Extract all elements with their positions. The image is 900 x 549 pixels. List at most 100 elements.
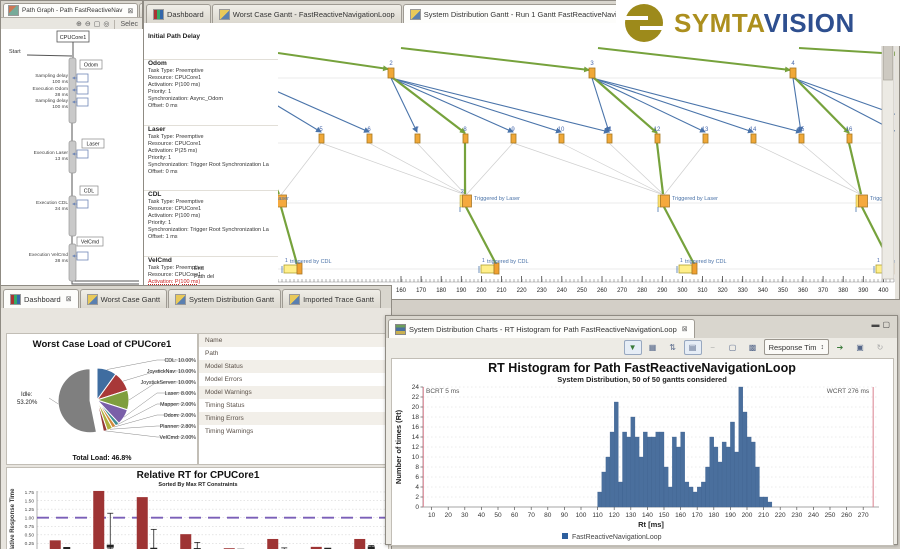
table-row-path[interactable]: Path xyxy=(199,347,390,360)
gantt-row-cdl[interactable]: CDLTask Type: PreemptiveResource: CPUCor… xyxy=(148,191,278,241)
tab-path-graph[interactable]: Path Graph - Path FastReactiveNav ⊠ xyxy=(3,3,138,17)
svg-text:1: 1 xyxy=(680,258,683,264)
minus-icon[interactable]: − xyxy=(704,340,722,355)
svg-text:30: 30 xyxy=(461,512,469,519)
magnifier-icon[interactable]: ◎ xyxy=(103,20,109,28)
tab-dashboard[interactable]: Dashboard xyxy=(146,4,211,23)
laser-event-box[interactable] xyxy=(367,134,372,143)
gantt-content: Initial Path DelayOdomTask Type: Preempt… xyxy=(144,23,899,299)
laser-event-box[interactable] xyxy=(751,134,756,143)
zoom-in-icon[interactable]: ⊕ xyxy=(76,20,82,28)
select-mode-label[interactable]: Selec xyxy=(120,21,138,28)
cdl-event-box[interactable] xyxy=(463,195,472,207)
zoom-out-icon[interactable]: ⊖ xyxy=(85,20,91,28)
close-icon[interactable]: ⊠ xyxy=(66,295,72,303)
velcmd-event-box[interactable] xyxy=(481,265,494,273)
tab-system-distribution-gantt[interactable]: System Distribution Gantt xyxy=(168,289,281,308)
tab-rt-histogram[interactable]: System Distribution Charts - RT Histogra… xyxy=(388,319,695,338)
svg-text:12: 12 xyxy=(654,127,661,133)
task-bar[interactable] xyxy=(69,141,76,173)
sort-icon[interactable]: ⇅ xyxy=(664,340,682,355)
laser-event-box[interactable] xyxy=(463,134,468,143)
close-icon[interactable]: ⊠ xyxy=(682,325,688,333)
gantt-row-laser[interactable]: LaserTask Type: PreemptiveResource: CPUC… xyxy=(148,126,278,176)
table-row-model-errors[interactable]: Model Errors xyxy=(199,373,390,386)
svg-text:160: 160 xyxy=(396,288,407,294)
panel-icon[interactable]: ▢ xyxy=(724,340,742,355)
laser-event-box[interactable] xyxy=(799,134,804,143)
svg-text:70: 70 xyxy=(528,512,536,519)
tab-imported-trace-gantt[interactable]: Imported Trace Gantt xyxy=(282,289,381,308)
go-icon[interactable]: ➔ xyxy=(831,340,849,355)
laser-event-box[interactable] xyxy=(559,134,564,143)
chart-type-select[interactable]: Response Tim↕ xyxy=(764,339,829,355)
list-icon[interactable]: ▤ xyxy=(684,340,702,355)
laser-event-box[interactable] xyxy=(847,134,852,143)
svg-text:220: 220 xyxy=(775,512,786,519)
odom-event-box[interactable] xyxy=(790,68,796,78)
svg-text:System Distribution, 50 of 50: System Distribution, 50 of 50 gantts con… xyxy=(557,375,727,384)
table-row-name[interactable]: Name xyxy=(199,334,390,347)
table-row-model-status[interactable]: Model Status xyxy=(199,360,390,373)
svg-text:260: 260 xyxy=(841,512,852,519)
cdl-event-box[interactable] xyxy=(661,195,670,207)
svg-text:Start: Start xyxy=(9,49,21,55)
cdl-event-box[interactable] xyxy=(859,195,868,207)
leaf-icon[interactable]: ▼ xyxy=(624,340,642,355)
table-row-model-warnings[interactable]: Model Warnings xyxy=(199,386,390,399)
tab-worst-case-gantt-fastreactiven[interactable]: Worst Case Gantt - FastReactiveNavigatio… xyxy=(212,4,402,23)
gantt-row-title: Odom xyxy=(148,60,278,68)
svg-text:1.75: 1.75 xyxy=(25,490,35,496)
gantt-row-detail: Task Type: Preemptive xyxy=(148,199,278,206)
laser-event-box[interactable] xyxy=(607,134,612,143)
svg-text:260: 260 xyxy=(597,288,608,294)
histogram-bar xyxy=(701,482,705,507)
gantt-row-title: CDL xyxy=(148,191,278,199)
histogram-bar xyxy=(656,432,660,507)
velcmd-event-box[interactable] xyxy=(284,265,297,273)
task-bar[interactable] xyxy=(69,196,76,236)
histogram-bar xyxy=(730,422,734,507)
gantt-row-odom[interactable]: OdomTask Type: PreemptiveResource: CPUCo… xyxy=(148,60,278,110)
table-row-timing-warnings[interactable]: Timing Warnings xyxy=(199,425,390,438)
layers-icon[interactable]: ▩ xyxy=(744,340,762,355)
odom-event-box[interactable] xyxy=(388,68,394,78)
histogram-bar xyxy=(652,437,656,507)
svg-text:350: 350 xyxy=(778,288,789,294)
svg-text:Execution Odom: Execution Odom xyxy=(33,86,68,92)
task-bar[interactable] xyxy=(69,244,76,281)
svg-text:270: 270 xyxy=(617,288,628,294)
svg-text:JoystickServer: 10.00%: JoystickServer: 10.00% xyxy=(141,380,197,386)
svg-text:Sorted By Max RT Constraints: Sorted By Max RT Constraints xyxy=(158,482,237,488)
table-row-timing-errors[interactable]: Timing Errors xyxy=(199,412,390,425)
tab-task-graph[interactable]: Task Grap xyxy=(139,3,142,17)
close-icon[interactable]: ⊠ xyxy=(127,7,133,15)
table-row-timing-status[interactable]: Timing Status xyxy=(199,399,390,412)
laser-event-box[interactable] xyxy=(319,134,324,143)
laser-event-box[interactable] xyxy=(655,134,660,143)
maximize-icon[interactable]: ▢ xyxy=(882,320,893,329)
tab-dashboard[interactable]: Dashboard⊠ xyxy=(3,289,79,308)
gantt-chart[interactable]: 2345678910111213141516Triggered by Laser… xyxy=(278,23,899,299)
gantt-row-initial-path-delay[interactable]: Initial Path Delay xyxy=(148,33,278,41)
histogram-bar xyxy=(759,497,763,507)
svg-text:Relative Response Time: Relative Response Time xyxy=(10,488,16,549)
laser-event-box[interactable] xyxy=(703,134,708,143)
laser-event-box[interactable] xyxy=(415,134,420,143)
refresh-icon[interactable]: ↻ xyxy=(871,340,889,355)
snapshot-icon[interactable]: ▣ xyxy=(851,340,869,355)
tab-label: Dashboard xyxy=(167,10,204,19)
gantt-row-velcmd[interactable]: VelCmdTask Type: PreemptiveResource: CPU… xyxy=(148,257,278,286)
svg-text:290: 290 xyxy=(657,288,668,294)
velcmd-event-box[interactable] xyxy=(679,265,692,273)
chart-type-select-value: Response Tim xyxy=(769,343,817,352)
minimize-icon[interactable]: ▬ xyxy=(871,320,882,329)
svg-text:triggered by CDL: triggered by CDL xyxy=(685,259,727,265)
gantt-row-detail: Resource: CPUCore1 xyxy=(148,141,278,148)
laser-event-box[interactable] xyxy=(511,134,516,143)
activation-box xyxy=(77,200,88,208)
tab-worst-case-gantt[interactable]: Worst Case Gantt xyxy=(80,289,167,308)
odom-event-box[interactable] xyxy=(589,68,595,78)
grid-icon[interactable]: ▦ xyxy=(644,340,662,355)
fit-icon[interactable]: ▢ xyxy=(94,20,101,28)
